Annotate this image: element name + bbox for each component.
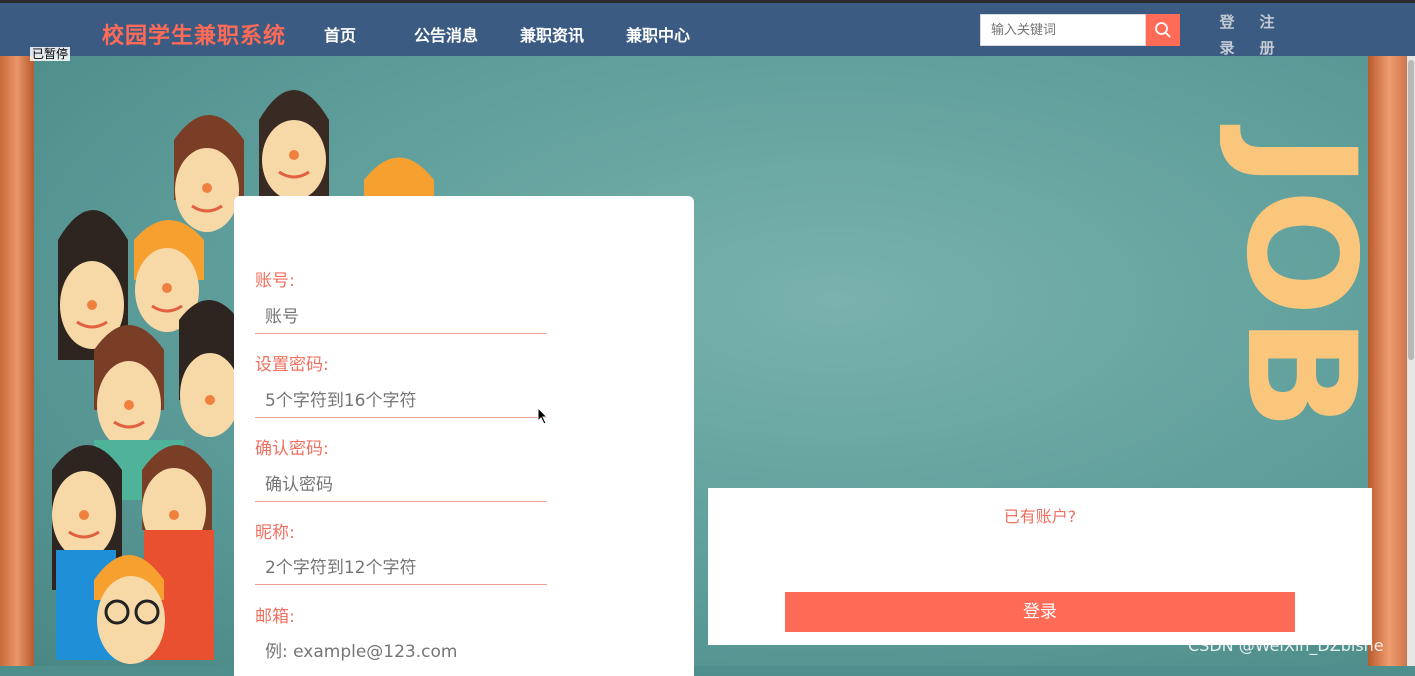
search-icon <box>1155 22 1171 38</box>
nickname-label: 昵称: <box>255 523 295 543</box>
job-banner-text: JOB <box>1220 124 1360 431</box>
search-button[interactable] <box>1146 14 1180 46</box>
login-link[interactable]: 登 录 <box>1218 9 1236 61</box>
have-account-text: 已有账户? <box>1003 507 1077 526</box>
email-input[interactable] <box>255 635 547 669</box>
top-navbar: 校园学生兼职系统 首页 公告消息 兼职资讯 兼职中心 登 录 注 册 <box>0 0 1415 57</box>
search-input[interactable] <box>980 14 1146 46</box>
login-panel: 已有账户? 登录 <box>708 488 1372 645</box>
nav-item-job-center[interactable]: 兼职中心 <box>626 22 690 46</box>
register-form-card: 账号: 设置密码: 确认密码: 昵称: 邮箱: <box>234 196 694 676</box>
student-face-10 <box>94 555 165 664</box>
password-input[interactable] <box>255 384 547 418</box>
csdn-watermark: CSDN @WeiXin_DZbishe <box>1188 636 1384 655</box>
wood-frame-left <box>0 56 34 666</box>
confirm-password-input[interactable] <box>255 468 547 502</box>
nav-item-home[interactable]: 首页 <box>324 22 356 46</box>
paused-indicator: 已暂停 <box>30 47 71 61</box>
job-banner-letters: JOB <box>1220 124 1360 431</box>
email-label: 邮箱: <box>255 607 295 627</box>
login-button[interactable]: 登录 <box>785 592 1295 632</box>
mouse-cursor-icon <box>537 407 549 425</box>
register-link-char-1: 注 <box>1259 13 1275 31</box>
login-link-char-2: 录 <box>1219 39 1235 57</box>
account-input[interactable] <box>255 300 547 334</box>
register-link[interactable]: 注 册 <box>1258 9 1276 61</box>
password-label: 设置密码: <box>255 355 329 375</box>
student-face-1 <box>259 90 329 200</box>
student-face-6 <box>94 325 164 449</box>
nickname-input[interactable] <box>255 551 547 585</box>
confirm-password-label: 确认密码: <box>255 439 329 459</box>
account-label: 账号: <box>255 271 295 291</box>
login-link-char-1: 登 <box>1219 13 1235 31</box>
scrollbar-thumb[interactable] <box>1408 60 1414 360</box>
nav-item-job-news[interactable]: 兼职资讯 <box>520 22 584 46</box>
brand-title[interactable]: 校园学生兼职系统 <box>102 18 286 50</box>
register-link-char-2: 册 <box>1259 39 1275 57</box>
student-face-7 <box>179 300 240 437</box>
nav-item-announcements[interactable]: 公告消息 <box>414 22 478 46</box>
